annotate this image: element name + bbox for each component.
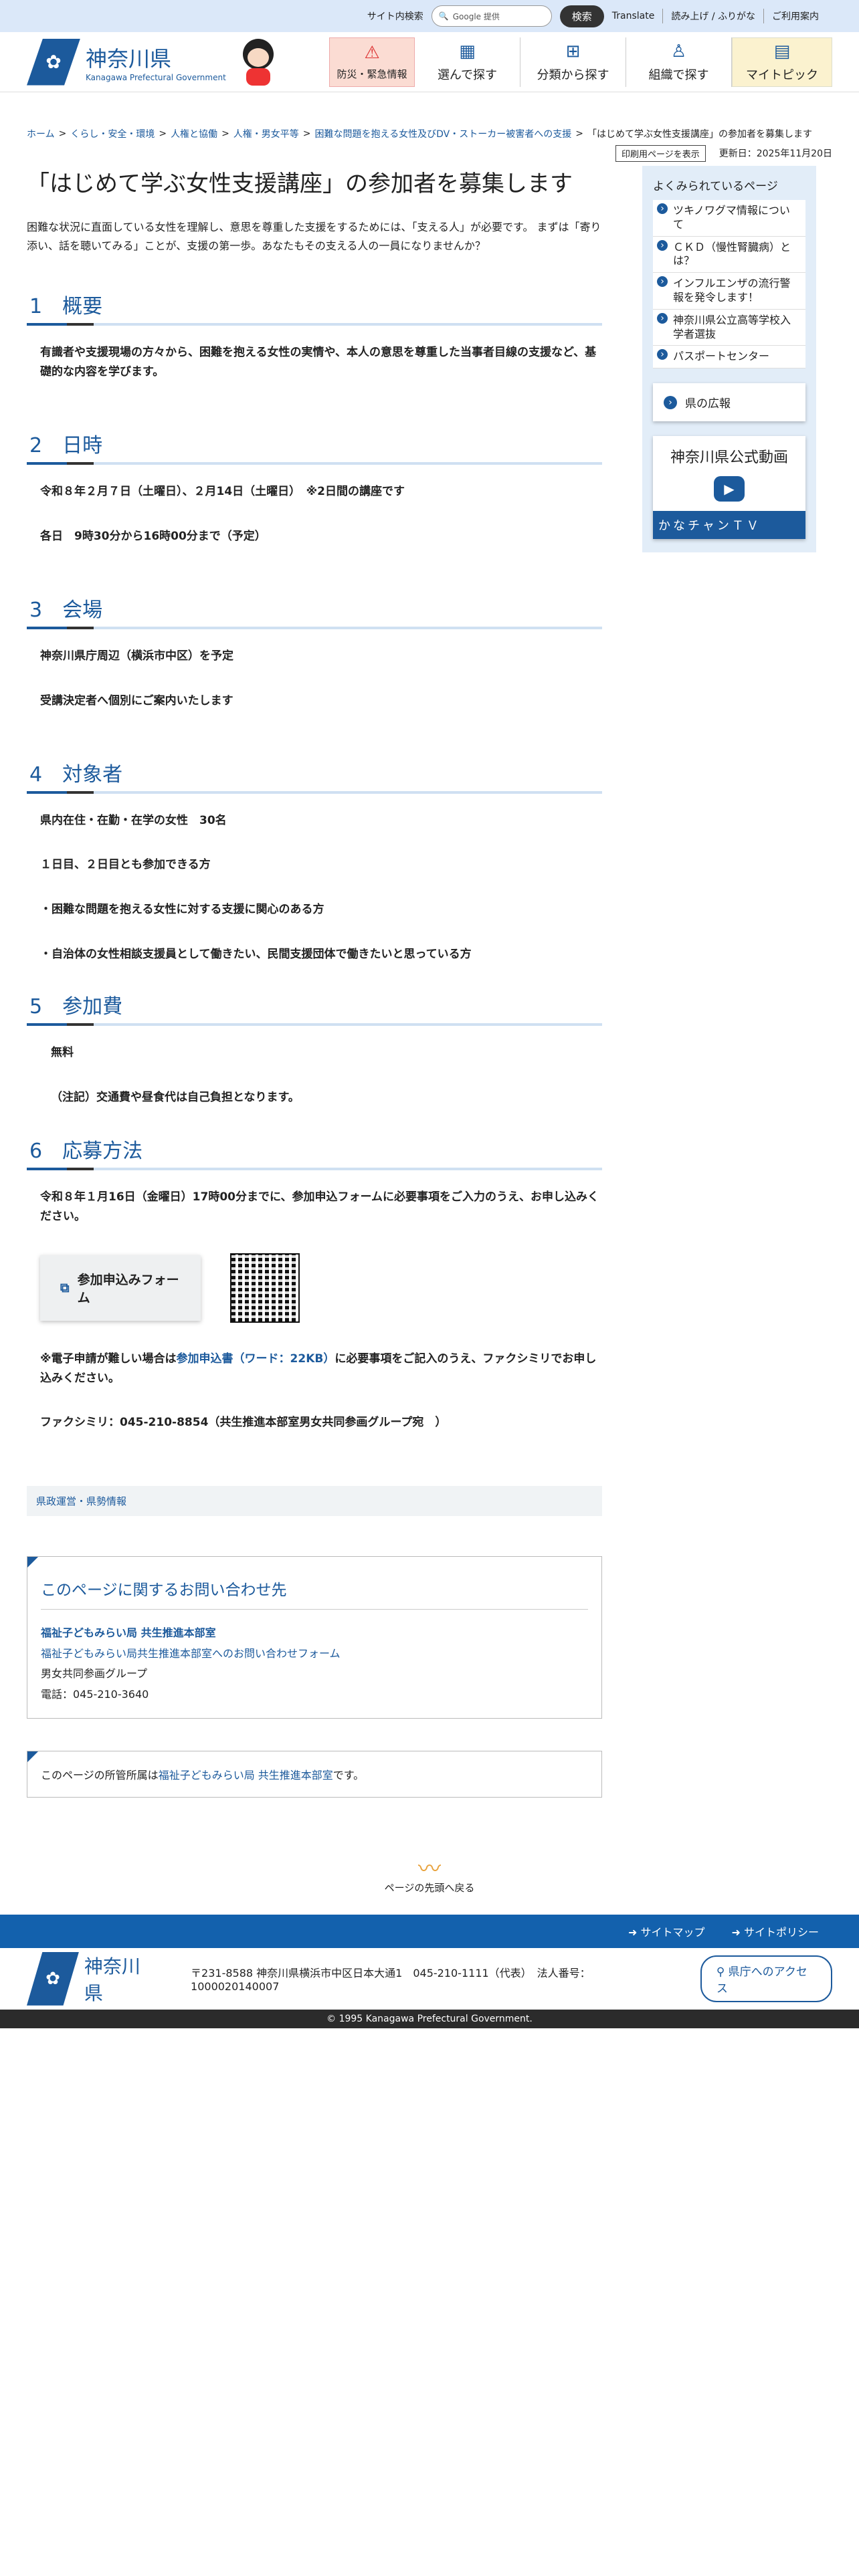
prefecture-emblem-icon: ✿ — [27, 1951, 79, 2006]
guide-link[interactable]: ご利用案内 — [772, 9, 819, 23]
footer-logo: ✿ 神奈川県 — [27, 1951, 157, 2006]
site-search-label: サイト内検索 — [367, 11, 423, 22]
site-header: ✿ 神奈川県 Kanagawa Prefectural Government ⚠ 防… — [0, 32, 859, 92]
qr-code — [230, 1253, 300, 1323]
footer-links: ➜ サイトマップ ➜ サイトポリシー — [0, 1914, 859, 1948]
global-nav: ⚠ 防災・緊急情報 ▦ 選んで探す ⊞ 分類から探す ♙ 組織で探す ▤ マイトピック — [329, 37, 832, 87]
main-content: 「はじめて学ぶ女性支援講座」の参加者を募集します 困難な状況に直面している女性を… — [27, 162, 602, 1858]
popular-item[interactable]: ツキノワグマ情報について — [653, 200, 805, 237]
page-top-link[interactable]: 〰ページの先頭へ戻る — [0, 1858, 859, 1895]
category-box: 県政運営・県勢情報 — [27, 1486, 602, 1517]
org-icon: ♙ — [670, 41, 687, 62]
nav-disaster[interactable]: ⚠ 防災・緊急情報 — [329, 37, 415, 87]
popular-item[interactable]: パスポートセンター — [653, 346, 805, 369]
lead-text: 困難な状況に直面している女性を理解し、意思を尊重した支援をするためには、「支える… — [27, 220, 601, 253]
policy-link[interactable]: ➜ サイトポリシー — [731, 1923, 819, 1939]
section-venue: 3 会場 神奈川県庁周辺（横浜市中区）を予定 受講決定者へ個別にご案内いたします — [27, 593, 602, 711]
breadcrumb-home[interactable]: ホーム — [27, 127, 55, 140]
breadcrumb-current: 「はじめて学ぶ女性支援講座」の参加者を募集します — [587, 129, 812, 140]
book-icon: ▤ — [773, 41, 791, 62]
breadcrumb-human-rights[interactable]: 人権と協働 — [171, 127, 217, 140]
section-overview: 1 概要 有識者や支援現場の方々から、困難を抱える女性の実情や、本人の意思を尊重… — [27, 290, 602, 382]
contact-box: このページに関するお問い合わせ先 福祉子どもみらい局 共生推進本部室 福祉子ども… — [27, 1556, 602, 1719]
access-button[interactable]: ⚲ 県庁へのアクセス — [700, 1955, 833, 2002]
application-doc-link[interactable]: 参加申込書（ワード：22KB） — [177, 1352, 335, 1366]
application-form-button[interactable]: ⧉ 参加申込みフォーム — [40, 1255, 201, 1321]
popular-item[interactable]: 神奈川県公立高等学校入学者選抜 — [653, 310, 805, 346]
sidebar: よくみられているページ ツキノワグマ情報について ＣＫＤ（慢性腎臓病）とは？ イ… — [642, 162, 816, 1858]
popular-pages: よくみられているページ ツキノワグマ情報について ＣＫＤ（慢性腎臓病）とは？ イ… — [642, 166, 816, 553]
nav-organization[interactable]: ♙ 組織で探す — [626, 37, 732, 87]
dept-link[interactable]: 福祉子どもみらい局 共生推進本部室 — [159, 1769, 333, 1782]
warning-icon: ⚠ — [364, 43, 380, 63]
sitemap-link[interactable]: ➜ サイトマップ — [628, 1923, 705, 1939]
seagull-icon: 〰 — [418, 1855, 441, 1883]
external-link-icon: ⧉ — [60, 1280, 70, 1295]
mascot-icon — [238, 38, 278, 86]
popular-item[interactable]: インフルエンザの流行警報を発令します！ — [653, 273, 805, 310]
fax-number: ファクシミリ：045-210-8854（共生推進本部室男女共同参画グループ宛 ） — [40, 1416, 447, 1430]
footer-address: 〒231-8588 神奈川県横浜市中区日本大通1 045-210-1111（代表… — [191, 1967, 591, 1994]
footer: ✿ 神奈川県 〒231-8588 神奈川県横浜市中区日本大通1 045-210-1… — [0, 1948, 859, 2010]
search-input[interactable]: 🔍 Google 提供 — [431, 5, 552, 27]
section-datetime: 2 日時 令和８年２月７日（土曜日）、２月14日（土曜日） ※2日間の講座です … — [27, 429, 602, 546]
contact-dept-link[interactable]: 福祉子どもみらい局 共生推進本部室 — [41, 1626, 216, 1639]
popular-item[interactable]: ＣＫＤ（慢性腎臓病）とは？ — [653, 237, 805, 274]
updated-date: 更新日：2025年11月20日 — [719, 148, 832, 159]
play-icon: ▶ — [714, 476, 745, 502]
utility-bar: サイト内検索 🔍 Google 提供 検索 Translate 読み上げ / ふり… — [0, 0, 859, 32]
nav-choose[interactable]: ▦ 選んで探す — [415, 37, 520, 87]
breadcrumb-living[interactable]: くらし・安全・環境 — [70, 127, 155, 140]
section-apply: 6 応募方法 令和８年１月16日（金曜日）17時00分までに、参加申込フォームに… — [27, 1134, 602, 1432]
contact-tel: 電話：045-210-3640 — [41, 1687, 149, 1701]
site-logo[interactable]: ✿ 神奈川県 Kanagawa Prefectural Government — [27, 38, 302, 86]
copyright: © 1995 Kanagawa Prefectural Government. — [0, 2009, 859, 2028]
dept-note: このページの所管所属は福祉子どもみらい局 共生推進本部室です。 — [27, 1750, 602, 1798]
logo-jp: 神奈川県 — [86, 45, 172, 72]
prefecture-emblem-icon: ✿ — [27, 38, 80, 86]
hierarchy-icon: ⊞ — [565, 41, 581, 62]
logo-en: Kanagawa Prefectural Government — [86, 72, 226, 82]
koho-button[interactable]: › 県の広報 — [653, 383, 805, 422]
nav-mytopic[interactable]: ▤ マイトピック — [732, 37, 832, 87]
chevron-right-icon: › — [664, 395, 677, 409]
page-title: 「はじめて学ぶ女性支援講座」の参加者を募集します — [27, 171, 573, 197]
print-button[interactable]: 印刷用ページを表示 — [615, 144, 706, 162]
grid-icon: ▦ — [459, 41, 476, 62]
section-fee: 5 参加費 無料 （注記）交通費や昼食代は自己負担となります。 — [27, 990, 602, 1107]
read-aloud-link[interactable]: 読み上げ / ふりがな — [671, 9, 755, 23]
contact-form-link[interactable]: 福祉子どもみらい局共生推進本部室へのお問い合わせフォーム — [41, 1647, 341, 1660]
search-icon: 🔍 — [438, 11, 449, 21]
search-button[interactable]: 検索 — [559, 5, 604, 27]
nav-category[interactable]: ⊞ 分類から探す — [520, 37, 626, 87]
section-target: 4 対象者 県内在住・在勤・在学の女性 30名 １日目、２日目とも参加できる方 … — [27, 758, 602, 965]
translate-link[interactable]: Translate — [612, 11, 655, 21]
breadcrumb: ホーム > くらし・安全・環境 > 人権と協働 > 人権・男女平等 > 困難な問題を抱え… — [27, 127, 812, 140]
breadcrumb-equality[interactable]: 人権・男女平等 — [233, 127, 299, 140]
category-link[interactable]: 県政運営・県勢情報 — [36, 1495, 126, 1507]
breadcrumb-support[interactable]: 困難な問題を抱える女性及びDV・ストーカー被害者への支援 — [315, 127, 572, 140]
official-video-banner[interactable]: 神奈川県公式動画 ▶ かなチャンＴＶ — [653, 436, 805, 540]
